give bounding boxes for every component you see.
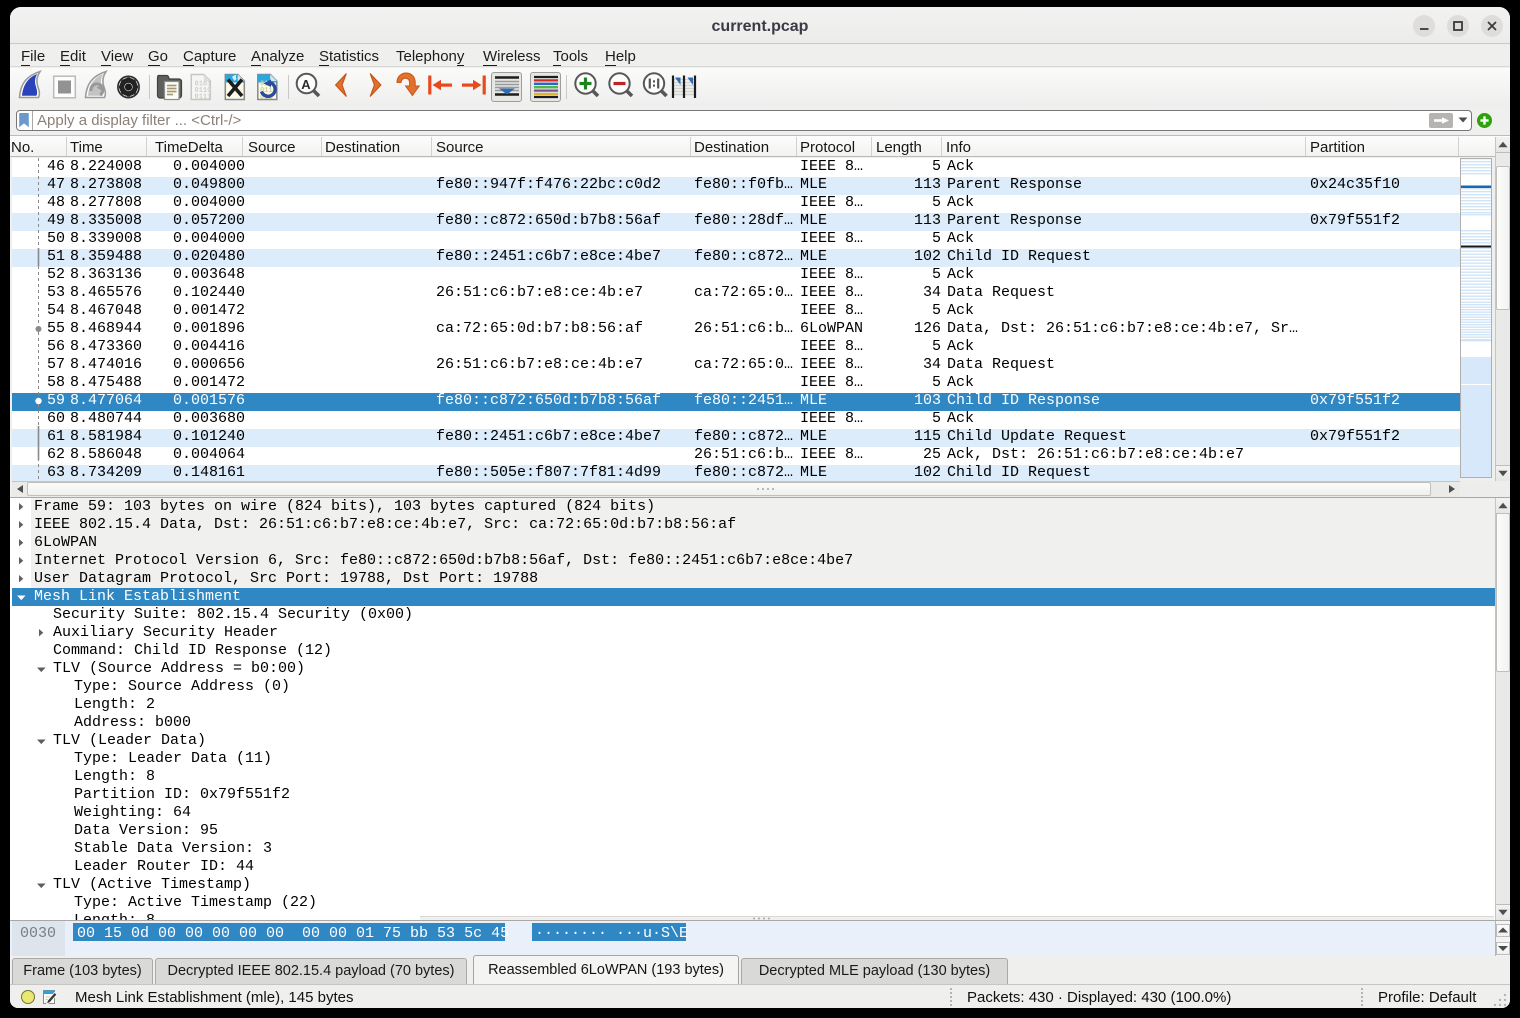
svg-text:A: A — [301, 77, 311, 92]
svg-text:0111: 0111 — [195, 94, 212, 102]
